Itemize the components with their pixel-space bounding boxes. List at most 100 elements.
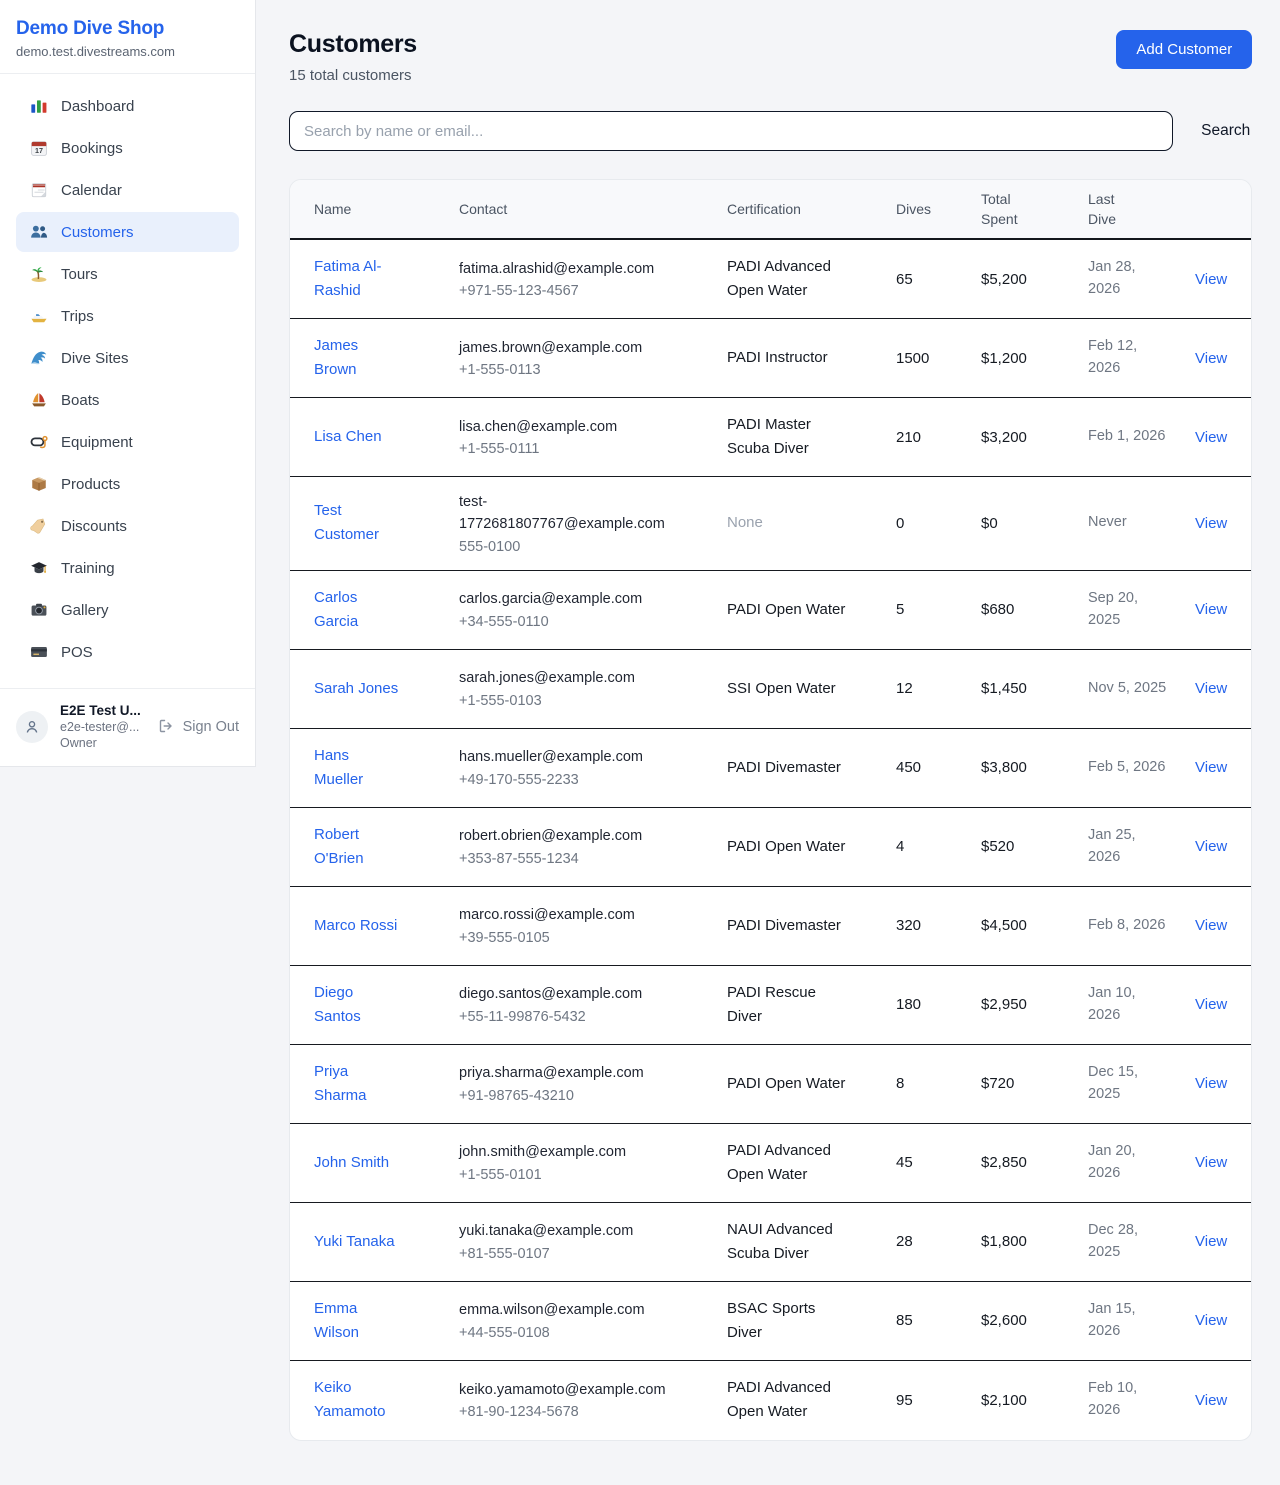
customer-name-link[interactable]: Robert O'Brien (314, 823, 402, 871)
customer-certification: NAUI Advanced Scuba Diver (727, 1203, 896, 1281)
sidebar-item-equipment[interactable]: Equipment (16, 422, 239, 462)
customer-name-link[interactable]: Marco Rossi (314, 914, 397, 938)
column-header-name: Name (314, 199, 459, 219)
customer-certification: PADI Open Water (727, 820, 896, 874)
view-link[interactable]: View (1195, 1392, 1227, 1409)
customer-certification: PADI Advanced Open Water (727, 1361, 896, 1439)
view-link[interactable]: View (1195, 1233, 1227, 1250)
wave-icon (30, 349, 48, 367)
sidebar-item-customers[interactable]: Customers (16, 212, 239, 252)
customer-phone: +81-555-0107 (459, 1246, 677, 1262)
customer-dives: 0 (896, 500, 981, 547)
search-input[interactable] (289, 111, 1173, 151)
customer-total-spent: $3,800 (981, 744, 1088, 791)
sidebar-item-products[interactable]: Products (16, 464, 239, 504)
customer-certification: PADI Rescue Diver (727, 966, 896, 1044)
sidebar-item-calendar[interactable]: Calendar (16, 170, 239, 210)
customer-certification: PADI Open Water (727, 1057, 896, 1111)
customer-certification: PADI Divemaster (727, 741, 896, 795)
customer-phone: +1-555-0113 (459, 362, 677, 378)
add-customer-button[interactable]: Add Customer (1116, 30, 1252, 69)
view-link[interactable]: View (1195, 759, 1227, 776)
column-header-dives: Dives (896, 199, 981, 219)
customer-name-link[interactable]: Keiko Yamamoto (314, 1376, 402, 1424)
customer-name-link[interactable]: Diego Santos (314, 981, 402, 1029)
sidebar-item-dashboard[interactable]: Dashboard (16, 86, 239, 126)
customer-email: fatima.alrashid@example.com (459, 259, 677, 281)
credit-card-icon (30, 643, 48, 661)
view-link[interactable]: View (1195, 996, 1227, 1013)
customer-name-link[interactable]: Fatima Al-Rashid (314, 255, 402, 303)
customer-total-spent: $520 (981, 823, 1088, 870)
sidebar-item-label: Boats (61, 392, 99, 409)
sign-out-button[interactable]: Sign Out (158, 718, 239, 736)
sidebar-item-tours[interactable]: Tours (16, 254, 239, 294)
customer-name-link[interactable]: Emma Wilson (314, 1297, 402, 1345)
search-button[interactable]: Search (1199, 114, 1252, 148)
customer-phone: +55-11-99876-5432 (459, 1009, 677, 1025)
sidebar-item-boats[interactable]: Boats (16, 380, 239, 420)
table-row: Yuki Tanaka yuki.tanaka@example.com +81-… (290, 1203, 1251, 1282)
view-link[interactable]: View (1195, 917, 1227, 934)
customer-total-spent: $4,500 (981, 902, 1088, 949)
customer-name-link[interactable]: Priya Sharma (314, 1060, 402, 1108)
customer-last-dive: Jan 15, 2026 (1088, 1284, 1195, 1358)
customer-last-dive: Feb 1, 2026 (1088, 411, 1195, 463)
customer-name-link[interactable]: James Brown (314, 334, 402, 382)
customer-phone: +1-555-0103 (459, 693, 677, 709)
table-row: Marco Rossi marco.rossi@example.com +39-… (290, 887, 1251, 966)
view-link[interactable]: View (1195, 1154, 1227, 1171)
customer-email: marco.rossi@example.com (459, 905, 677, 927)
customer-last-dive: Feb 5, 2026 (1088, 742, 1195, 794)
customer-name-link[interactable]: Carlos Garcia (314, 586, 402, 634)
customer-name-link[interactable]: Sarah Jones (314, 677, 398, 701)
customers-table: Name Contact Certification Dives Total S… (289, 179, 1252, 1441)
sidebar-item-bookings[interactable]: 17 Bookings (16, 128, 239, 168)
customer-dives: 85 (896, 1297, 981, 1344)
sidebar-item-pos[interactable]: POS (16, 632, 239, 672)
view-link[interactable]: View (1195, 429, 1227, 446)
sidebar-item-training[interactable]: Training (16, 548, 239, 588)
customer-name-link[interactable]: John Smith (314, 1151, 389, 1175)
column-header-total-spent: Total Spent (981, 189, 1088, 230)
sidebar-item-dive-sites[interactable]: Dive Sites (16, 338, 239, 378)
customer-name-link[interactable]: Lisa Chen (314, 425, 382, 449)
view-link[interactable]: View (1195, 680, 1227, 697)
shop-name: Demo Dive Shop (16, 18, 239, 40)
user-name: E2E Test U... (60, 703, 146, 718)
dive-mask-icon (30, 433, 48, 451)
table-row: Keiko Yamamoto keiko.yamamoto@example.co… (290, 1361, 1251, 1440)
person-icon (23, 718, 41, 736)
customer-email: robert.obrien@example.com (459, 826, 677, 848)
sidebar-item-discounts[interactable]: Discounts (16, 506, 239, 546)
sign-out-icon (158, 718, 176, 736)
sidebar-item-label: Dive Sites (61, 350, 129, 367)
view-link[interactable]: View (1195, 1312, 1227, 1329)
customer-name-link[interactable]: Test Customer (314, 499, 402, 547)
view-link[interactable]: View (1195, 515, 1227, 532)
view-link[interactable]: View (1195, 838, 1227, 855)
customer-dives: 4 (896, 823, 981, 870)
customer-total-spent: $3,200 (981, 414, 1088, 461)
customer-total-spent: $1,450 (981, 665, 1088, 712)
sidebar-item-gallery[interactable]: Gallery (16, 590, 239, 630)
table-row: Hans Mueller hans.mueller@example.com +4… (290, 729, 1251, 808)
calendar-date-icon: 17 (30, 139, 48, 157)
avatar (16, 711, 48, 743)
customer-name-link[interactable]: Hans Mueller (314, 744, 402, 792)
speedboat-icon (30, 307, 48, 325)
customer-total-spent: $720 (981, 1060, 1088, 1107)
view-link[interactable]: View (1195, 350, 1227, 367)
sidebar-item-trips[interactable]: Trips (16, 296, 239, 336)
package-icon (30, 475, 48, 493)
table-row: Sarah Jones sarah.jones@example.com +1-5… (290, 650, 1251, 729)
view-link[interactable]: View (1195, 271, 1227, 288)
view-link[interactable]: View (1195, 1075, 1227, 1092)
sidebar-item-label: Discounts (61, 518, 127, 535)
sign-out-label: Sign Out (183, 719, 239, 735)
view-link[interactable]: View (1195, 601, 1227, 618)
customer-phone: +1-555-0101 (459, 1167, 677, 1183)
table-row: Fatima Al-Rashid fatima.alrashid@example… (290, 240, 1251, 319)
customer-name-link[interactable]: Yuki Tanaka (314, 1230, 395, 1254)
user-role: Owner (60, 736, 146, 750)
